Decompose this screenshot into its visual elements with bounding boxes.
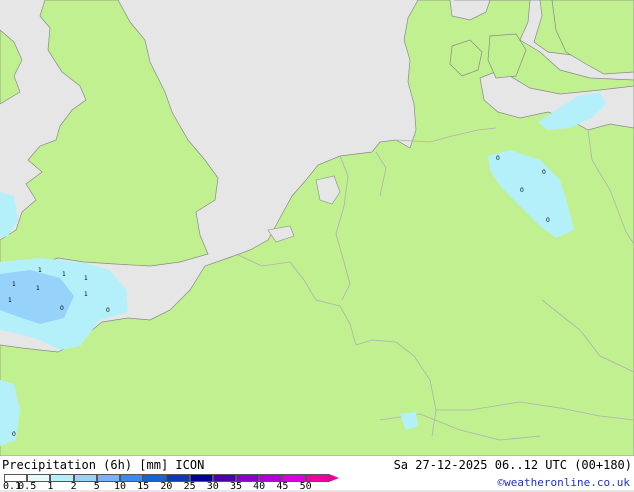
- cell-value: 1: [8, 297, 12, 304]
- cell-value: 0: [12, 431, 16, 438]
- scale-tick-label: 5: [93, 481, 100, 492]
- cell-value: 0: [106, 307, 110, 314]
- scale-tick-label: 10: [113, 481, 127, 492]
- map-title: Precipitation (6h) [mm] ICON: [2, 458, 205, 472]
- scale-tick-label: 15: [137, 481, 150, 492]
- cell-value: 1: [84, 291, 88, 298]
- scale-tick-label: 20: [160, 481, 173, 492]
- cell-value: 0: [542, 169, 546, 176]
- cell-value: 1: [36, 285, 40, 292]
- scale-tick-label: 35: [229, 481, 243, 492]
- map-datetime: Sa 27-12-2025 06..12 UTC (00+180): [393, 458, 632, 472]
- scale-arrow: [328, 474, 339, 482]
- cell-value: 0: [546, 217, 550, 224]
- cell-value: 0: [60, 305, 64, 312]
- scale-tick-label: 45: [276, 481, 289, 492]
- scale-tick-label: 30: [206, 481, 219, 492]
- scale-tick-label: 0.5: [18, 481, 37, 492]
- cell-value: 0: [520, 187, 524, 194]
- scale-tick-label: 50: [299, 481, 312, 492]
- scale-tick-label: 1: [47, 481, 54, 492]
- precipitation-map: 1 1 1 1 1 1 1 0 0 0 0 0 0 0: [0, 0, 634, 457]
- scale-tick-label: 25: [183, 481, 196, 492]
- cell-value: 1: [84, 275, 88, 282]
- cell-value: 0: [496, 155, 500, 162]
- scale-tick-label: 40: [253, 481, 266, 492]
- cell-value: 1: [62, 271, 66, 278]
- scale-tick-label: 2: [70, 481, 77, 492]
- credit-text: ©weatheronline.co.uk: [497, 476, 630, 489]
- cell-value: 1: [12, 281, 16, 288]
- cell-value: 1: [38, 267, 42, 274]
